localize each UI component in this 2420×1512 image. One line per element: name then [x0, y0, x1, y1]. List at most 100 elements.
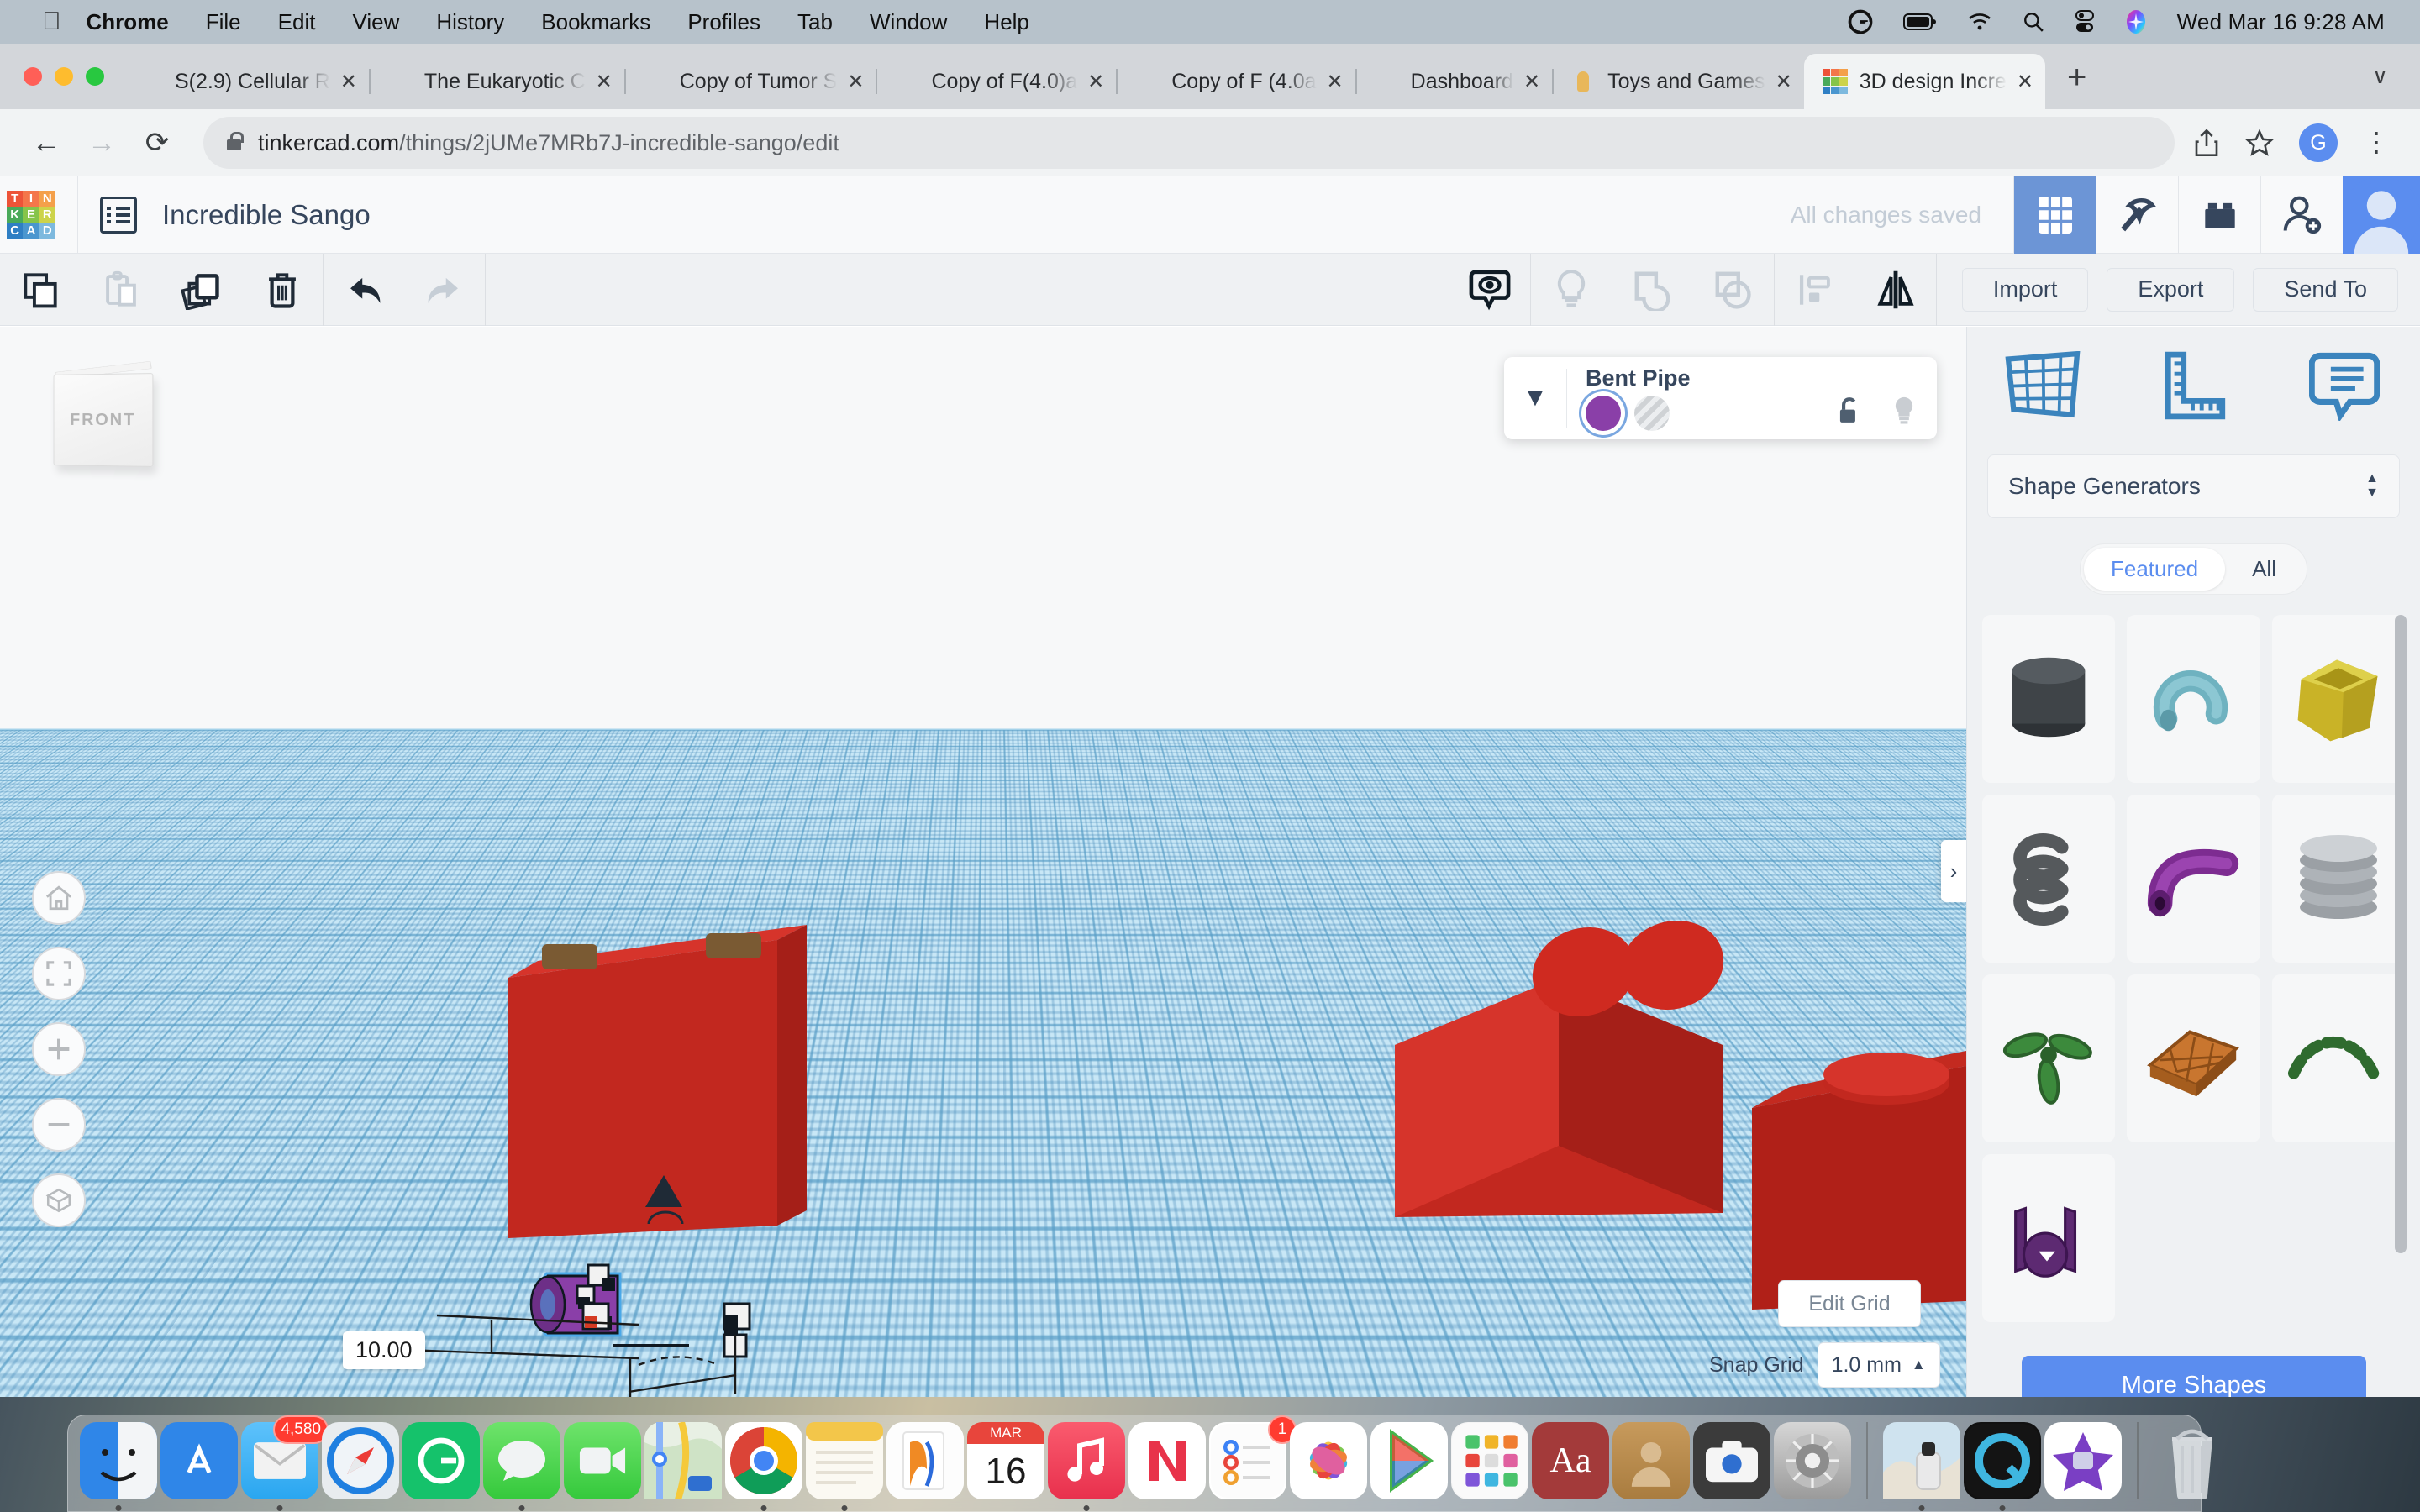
blocks-grid-icon[interactable] — [2013, 176, 2096, 254]
undo-icon[interactable] — [324, 254, 404, 326]
hole-swatch[interactable] — [1634, 396, 1670, 431]
menu-item-history[interactable]: History — [436, 9, 504, 35]
tab-close-icon[interactable]: ✕ — [1087, 70, 1104, 94]
dock-item-dictionary[interactable]: Aa — [1532, 1422, 1609, 1499]
browser-tab[interactable]: Copy of F(4.0)a ✕ — [876, 54, 1116, 109]
dock-item-contacts[interactable] — [1612, 1422, 1690, 1499]
lego-brick-icon[interactable] — [2178, 176, 2260, 254]
duplicate-icon[interactable] — [161, 254, 242, 326]
tab-list-chevron-down-icon[interactable]: ∨ — [2372, 63, 2420, 109]
delete-icon[interactable] — [242, 254, 323, 326]
browser-tab[interactable]: The Eukaryotic C ✕ — [369, 54, 624, 109]
dock-item-preview[interactable] — [1370, 1422, 1448, 1499]
dock-recent-imovie[interactable] — [2044, 1422, 2122, 1499]
dock-item-system-preferences[interactable] — [1774, 1422, 1851, 1499]
perspective-toggle-icon[interactable] — [32, 1173, 86, 1227]
collapse-caret-icon[interactable]: ▼ — [1504, 384, 1566, 412]
menubar-clock[interactable]: Wed Mar 16 9:28 AM — [2177, 9, 2385, 35]
shape-rounded-box[interactable] — [2272, 615, 2405, 783]
menu-item-bookmarks[interactable]: Bookmarks — [541, 9, 650, 35]
add-person-icon[interactable] — [2260, 176, 2343, 254]
shape-text[interactable] — [1982, 1154, 2115, 1322]
snap-grid-value-dropdown[interactable]: 1.0 mm ▲ — [1818, 1342, 1940, 1388]
fit-to-view-icon[interactable] — [32, 947, 86, 1000]
back-button[interactable]: ← — [18, 115, 74, 171]
shape-stone-tile[interactable] — [2127, 974, 2260, 1142]
dock-item-news[interactable] — [1128, 1422, 1206, 1499]
dock-item-reminders[interactable]: 1 — [1209, 1422, 1286, 1499]
scrollbar-thumb[interactable] — [2395, 615, 2407, 1253]
import-button[interactable]: Import — [1962, 268, 2089, 312]
tab-close-icon[interactable]: ✕ — [596, 70, 613, 94]
shape-spring[interactable] — [1982, 795, 2115, 963]
share-icon[interactable] — [2193, 128, 2220, 158]
shape-threaded-stack[interactable] — [2272, 795, 2405, 963]
shape-category-dropdown[interactable]: Shape Generators ▲▼ — [1987, 454, 2400, 518]
profile-avatar[interactable]: G — [2299, 123, 2338, 162]
dock-item-chrome[interactable] — [725, 1422, 802, 1499]
close-window-button[interactable] — [24, 67, 42, 86]
menu-item-window[interactable]: Window — [870, 9, 947, 35]
grammarly-icon[interactable] — [1848, 9, 1873, 34]
dock-item-music[interactable] — [1048, 1422, 1125, 1499]
browser-tab[interactable]: Copy of Tumor S ✕ — [624, 54, 876, 109]
menu-item-chrome[interactable]: Chrome — [87, 9, 169, 35]
siri-icon[interactable] — [2125, 9, 2147, 34]
dock-item-maps[interactable] — [644, 1422, 722, 1499]
send-to-button[interactable]: Send To — [2253, 268, 2398, 312]
menu-item-edit[interactable]: Edit — [278, 9, 316, 35]
zoom-in-icon[interactable] — [32, 1022, 86, 1076]
shape-curved-tube[interactable] — [2127, 615, 2260, 783]
star-icon[interactable] — [2245, 129, 2274, 157]
tab-all[interactable]: All — [2225, 548, 2303, 591]
lightbulb-icon[interactable] — [1891, 395, 1917, 431]
dock-recent-screenshot-file[interactable] — [1883, 1422, 1960, 1499]
shape-propeller[interactable] — [1982, 974, 2115, 1142]
shape-bent-pipe[interactable] — [2127, 795, 2260, 963]
paste-icon[interactable] — [81, 254, 161, 326]
shape-dotted-arc[interactable] — [2272, 974, 2405, 1142]
lightbulb-icon[interactable] — [1531, 254, 1612, 326]
dock-item-mail[interactable]: 4,580 — [241, 1422, 318, 1499]
dock-item-app-store[interactable] — [160, 1422, 238, 1499]
minimize-window-button[interactable] — [55, 67, 73, 86]
browser-tab-active[interactable]: 3D design Incre ✕ — [1804, 54, 2045, 109]
dock-item-grammarly[interactable] — [402, 1422, 480, 1499]
dock-item-safari[interactable] — [322, 1422, 399, 1499]
tab-close-icon[interactable]: ✕ — [1523, 70, 1540, 94]
dock-item-keynote[interactable] — [1451, 1422, 1528, 1499]
ungroup-icon[interactable] — [1693, 254, 1774, 326]
dimension-label-width[interactable]: 10.00 — [343, 1331, 425, 1369]
workplane-grid[interactable] — [0, 730, 1966, 1397]
browser-tab[interactable]: Copy of F (4.0a ✕ — [1116, 54, 1355, 109]
dock-item-photos[interactable] — [1290, 1422, 1367, 1499]
edit-grid-button[interactable]: Edit Grid — [1778, 1280, 1921, 1327]
workplane-icon[interactable] — [1967, 351, 2118, 420]
menu-item-view[interactable]: View — [352, 9, 399, 35]
menu-item-profiles[interactable]: Profiles — [687, 9, 760, 35]
dock-item-notes[interactable] — [806, 1422, 883, 1499]
pickaxe-icon[interactable] — [2096, 176, 2178, 254]
tab-featured[interactable]: Featured — [2084, 548, 2225, 591]
tab-close-icon[interactable]: ✕ — [1327, 70, 1344, 94]
battery-icon[interactable] — [1903, 13, 1937, 31]
dock-item-pages[interactable] — [886, 1422, 964, 1499]
dock-recent-quicktime[interactable] — [1964, 1422, 2041, 1499]
shape-grid-scrollbar[interactable] — [2395, 615, 2407, 1304]
control-center-icon[interactable] — [2075, 10, 2095, 34]
view-cube-front-face[interactable]: FRONT — [54, 373, 154, 467]
tab-close-icon[interactable]: ✕ — [1776, 70, 1792, 94]
ruler-icon[interactable] — [2118, 349, 2270, 422]
dock-item-photo-booth[interactable] — [1693, 1422, 1770, 1499]
kebab-menu-icon[interactable]: ⋮ — [2363, 134, 2390, 150]
dock-item-messages[interactable] — [483, 1422, 560, 1499]
mirror-icon[interactable] — [1855, 254, 1936, 326]
project-list-icon[interactable] — [100, 197, 137, 234]
copy-icon[interactable] — [0, 254, 81, 326]
unlock-icon[interactable] — [1836, 396, 1863, 430]
align-icon[interactable] — [1775, 254, 1855, 326]
panel-collapse-handle[interactable]: › — [1941, 840, 1966, 902]
tinkercad-logo[interactable]: T I N K E R C A D — [7, 191, 55, 239]
address-bar-input[interactable]: tinkercad.com/things/2jUMe7MRb7J-incredi… — [203, 117, 2175, 169]
user-avatar[interactable] — [2343, 176, 2420, 254]
